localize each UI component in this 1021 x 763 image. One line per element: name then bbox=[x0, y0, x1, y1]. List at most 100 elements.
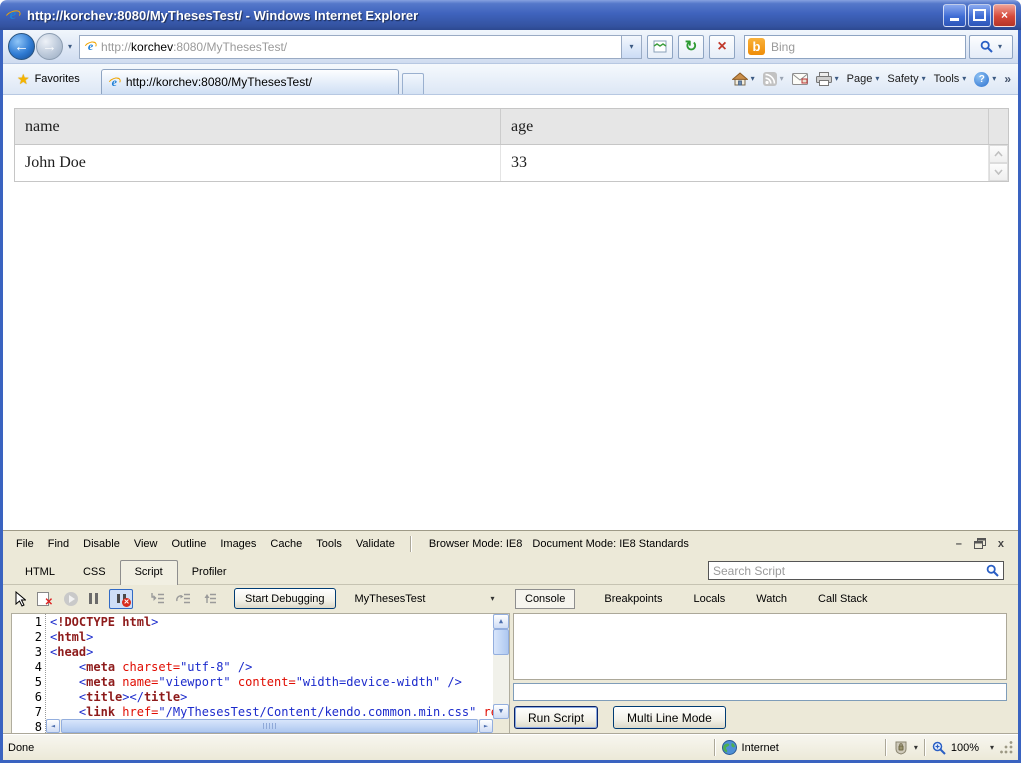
code-editor[interactable]: 12345678 <!DOCTYPE html> <html> <head> <me… bbox=[11, 613, 510, 734]
recent-pages-dropdown[interactable]: ▾ bbox=[68, 42, 72, 51]
devtools-menu-file[interactable]: File bbox=[9, 535, 41, 553]
devtools-tab-profiler[interactable]: Profiler bbox=[178, 561, 241, 584]
select-element-button[interactable] bbox=[13, 590, 26, 607]
devtools-menu-validate[interactable]: Validate bbox=[349, 535, 402, 553]
script-search-input[interactable]: Search Script bbox=[708, 561, 1004, 580]
protected-mode-dropdown[interactable]: ▾ bbox=[914, 743, 918, 752]
panel-tab-callstack[interactable]: Call Stack bbox=[816, 590, 870, 608]
panel-tab-console[interactable]: Console bbox=[515, 588, 576, 609]
search-input[interactable]: b Bing bbox=[744, 34, 966, 59]
command-bar-overflow-chevron[interactable]: » bbox=[1004, 72, 1011, 86]
search-button[interactable]: ▾ bbox=[969, 34, 1013, 59]
compatibility-view-button[interactable] bbox=[647, 34, 673, 59]
grid-header-age[interactable]: age bbox=[501, 109, 988, 144]
grid-scroll-down-button[interactable] bbox=[989, 163, 1008, 181]
refresh-button[interactable]: ↻ bbox=[678, 34, 704, 59]
grid-header-name[interactable]: name bbox=[15, 109, 501, 144]
stop-button[interactable]: × bbox=[709, 34, 735, 59]
script-context-dropdown[interactable]: MyThesesTest ▾ bbox=[355, 593, 495, 605]
panel-tab-breakpoints[interactable]: Breakpoints bbox=[602, 590, 664, 608]
devtools-menu-disable[interactable]: Disable bbox=[76, 535, 127, 553]
devtools-unpin-button[interactable] bbox=[973, 538, 986, 549]
scroll-right-button[interactable]: ► bbox=[479, 719, 493, 733]
browser-mode-menu[interactable]: Browser Mode: IE8 bbox=[429, 538, 523, 550]
protected-mode-icon bbox=[895, 741, 907, 755]
address-input[interactable]: e http://korchev:8080/MyThesesTest/ ▾ bbox=[79, 34, 642, 59]
back-button[interactable]: ← bbox=[8, 33, 35, 60]
print-dropdown[interactable]: ▾ bbox=[835, 75, 839, 83]
close-button[interactable]: × bbox=[993, 3, 1016, 27]
run-script-button[interactable]: Run Script bbox=[514, 706, 599, 729]
new-tab-stub[interactable] bbox=[401, 73, 424, 94]
resize-grip-icon[interactable] bbox=[1000, 741, 1013, 754]
zoom-dropdown[interactable]: ▾ bbox=[990, 743, 994, 752]
protected-mode-control[interactable]: ▾ bbox=[893, 741, 918, 755]
vertical-scroll-track[interactable] bbox=[493, 655, 509, 704]
browser-tab[interactable]: e http://korchev:8080/MyThesesTest/ bbox=[100, 69, 399, 94]
safety-menu-button[interactable]: Safety ▾ bbox=[887, 73, 925, 85]
compatibility-view-icon bbox=[653, 40, 667, 53]
break-all-button[interactable] bbox=[89, 593, 98, 604]
grid-header-row: name age bbox=[15, 109, 1008, 145]
favorites-button[interactable]: ★ Favorites bbox=[8, 69, 89, 89]
continue-button[interactable] bbox=[64, 591, 78, 606]
devtools-menu-images[interactable]: Images bbox=[213, 535, 263, 553]
vertical-scroll-thumb[interactable] bbox=[493, 629, 509, 655]
code-lines[interactable]: <!DOCTYPE html> <html> <head> <meta charse… bbox=[46, 614, 493, 719]
feeds-dropdown[interactable]: ▾ bbox=[780, 75, 784, 83]
forward-button[interactable]: → bbox=[36, 33, 63, 60]
grid-data-row[interactable]: John Doe 33 bbox=[15, 145, 1008, 181]
devtools-tab-html[interactable]: HTML bbox=[11, 561, 69, 584]
devtools-menu-outline[interactable]: Outline bbox=[164, 535, 213, 553]
grid-cell-name[interactable]: John Doe bbox=[15, 145, 501, 181]
minimize-button[interactable] bbox=[943, 3, 966, 27]
console-input[interactable] bbox=[513, 683, 1007, 701]
grid-vertical-scrollbar[interactable] bbox=[988, 145, 1008, 181]
tools-menu-label: Tools bbox=[933, 73, 960, 85]
step-into-button[interactable] bbox=[150, 592, 165, 605]
code-horizontal-scrollbar[interactable]: ◄ ► bbox=[46, 719, 493, 733]
devtools-menu-find[interactable]: Find bbox=[41, 535, 76, 553]
print-button[interactable]: ▾ bbox=[815, 72, 839, 86]
page-menu-button[interactable]: Page ▾ bbox=[847, 73, 880, 85]
panel-tab-watch[interactable]: Watch bbox=[754, 590, 789, 608]
address-dropdown-button[interactable]: ▾ bbox=[621, 35, 641, 58]
maximize-button[interactable] bbox=[968, 3, 991, 27]
devtools-close-button[interactable]: x bbox=[998, 538, 1004, 550]
document-mode-menu[interactable]: Document Mode: IE8 Standards bbox=[532, 538, 689, 550]
console-output[interactable] bbox=[513, 613, 1007, 680]
horizontal-scroll-thumb[interactable] bbox=[61, 719, 478, 733]
scroll-left-button[interactable]: ◄ bbox=[46, 719, 60, 733]
devtools-menu-tools[interactable]: Tools bbox=[309, 535, 349, 553]
help-menu-button[interactable]: ? ▾ bbox=[974, 71, 996, 87]
home-button[interactable]: ▾ bbox=[731, 72, 755, 86]
devtools-tab-script[interactable]: Script bbox=[119, 560, 178, 585]
grid-scroll-up-button[interactable] bbox=[989, 145, 1008, 163]
forward-icon: → bbox=[42, 38, 57, 55]
zoom-control[interactable]: 100% ▾ bbox=[932, 741, 994, 755]
devtools-tab-css[interactable]: CSS bbox=[69, 561, 120, 584]
step-out-button[interactable] bbox=[202, 592, 217, 605]
scroll-down-button[interactable]: ▼ bbox=[493, 704, 509, 719]
favorites-star-icon: ★ bbox=[17, 71, 30, 87]
grid-cell-age[interactable]: 33 bbox=[501, 145, 988, 181]
step-over-button[interactable] bbox=[176, 592, 191, 605]
break-on-error-button[interactable]: ✕ bbox=[109, 588, 133, 609]
security-zone[interactable]: Internet bbox=[721, 740, 879, 755]
title-bar: e http://korchev:8080/MyThesesTest/ - Wi… bbox=[0, 0, 1021, 30]
code-vertical-scrollbar[interactable]: ▲ ▼ bbox=[493, 614, 509, 733]
read-mail-button[interactable] bbox=[791, 73, 808, 85]
panel-tab-locals[interactable]: Locals bbox=[691, 590, 727, 608]
devtools-menu-cache[interactable]: Cache bbox=[263, 535, 309, 553]
devtools-menu-view[interactable]: View bbox=[127, 535, 165, 553]
multi-line-mode-button[interactable]: Multi Line Mode bbox=[613, 706, 726, 729]
scroll-up-button[interactable]: ▲ bbox=[493, 614, 509, 629]
search-options-dropdown[interactable]: ▾ bbox=[998, 42, 1002, 51]
devtools-minimize-button[interactable]: – bbox=[956, 538, 962, 550]
clear-console-button[interactable]: ✕ bbox=[37, 591, 53, 607]
debugger-panel-tabs: Console Breakpoints Locals Watch Call St… bbox=[515, 587, 870, 610]
start-debugging-button[interactable]: Start Debugging bbox=[234, 588, 336, 609]
home-dropdown[interactable]: ▾ bbox=[751, 75, 755, 83]
tools-menu-button[interactable]: Tools ▾ bbox=[934, 73, 967, 85]
feeds-button[interactable]: ▾ bbox=[762, 72, 784, 86]
